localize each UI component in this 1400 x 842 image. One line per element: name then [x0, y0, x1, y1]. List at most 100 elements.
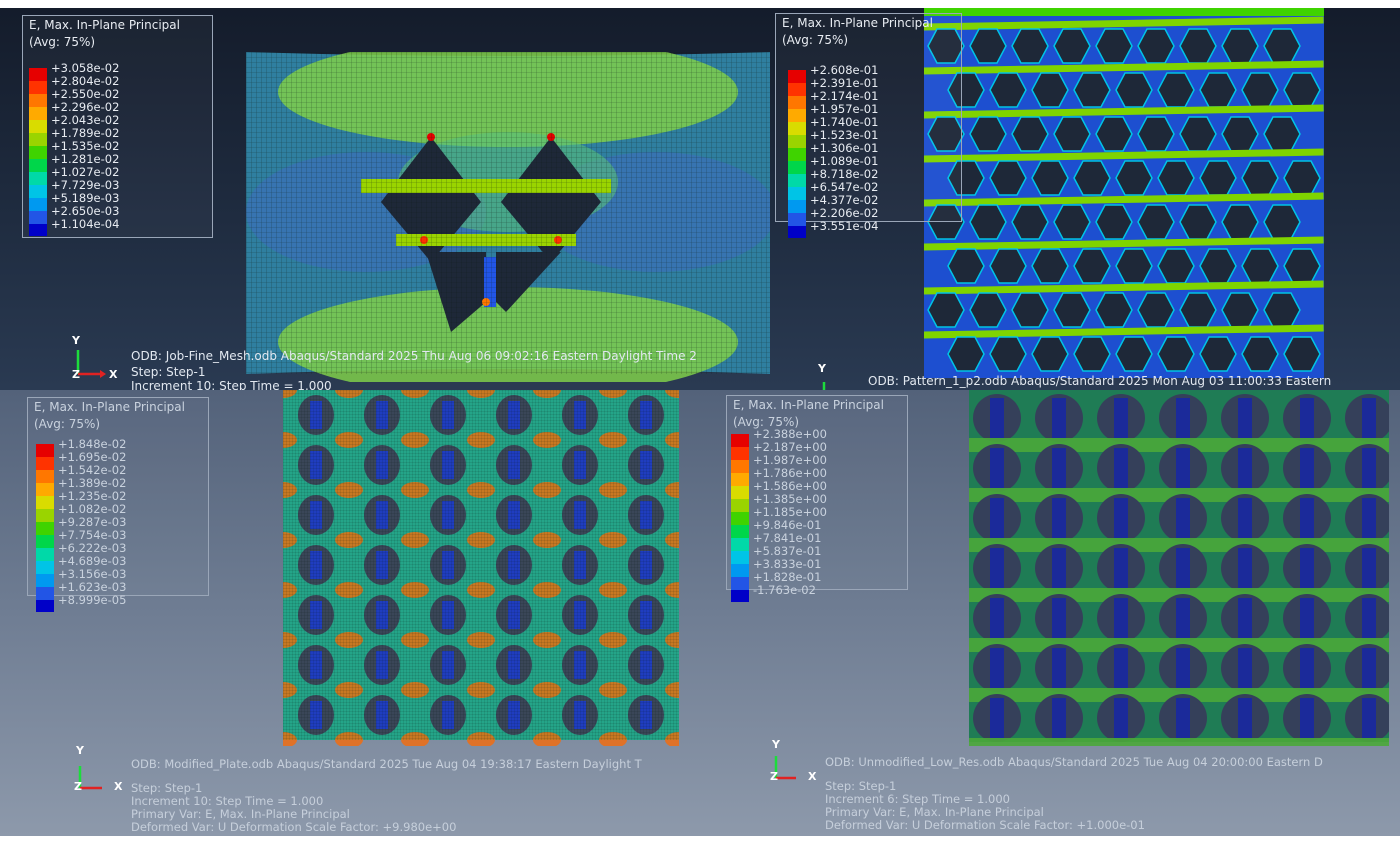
- legend-swatch: [731, 525, 749, 538]
- legend-values: +1.848e-02 +1.695e-02 +1.542e-02 +1.389e-02…: [58, 438, 126, 607]
- legend-swatch: [788, 161, 806, 174]
- legend-swatch: [29, 94, 47, 107]
- step-info-line: Step: Step-1: [131, 365, 206, 379]
- axis-triad: Y: [812, 360, 852, 390]
- viewport-pattern-1-p2[interactable]: E, Max. In-Plane Principal (Avg: 75%) +2…: [770, 8, 1400, 390]
- legend-value: +8.999e-05: [58, 593, 127, 607]
- legend-swatch: [29, 120, 47, 133]
- axis-y-label: Y: [818, 362, 826, 375]
- legend-swatch: [731, 590, 749, 602]
- legend-swatch: [29, 107, 47, 120]
- legend-title: E, Max. In-Plane Principal: [733, 398, 884, 412]
- legend-swatch: [788, 122, 806, 135]
- legend-panel-1: E, Max. In-Plane Principal (Avg: 75%) +3…: [22, 15, 213, 238]
- odb-info-line: ODB: Job-Fine_Mesh.odb Abaqus/Standard 2…: [131, 349, 697, 363]
- legend-values: +3.058e-02 +2.804e-02 +2.550e-02 +2.296e-02…: [51, 62, 119, 231]
- legend-swatch: [731, 460, 749, 473]
- legend-panel-3: E, Max. In-Plane Principal (Avg: 75%) +1…: [27, 397, 209, 612]
- legend-swatch: [29, 185, 47, 198]
- legend-swatch: [36, 548, 54, 561]
- axis-x-label: X: [808, 770, 817, 783]
- legend-swatch: [36, 483, 54, 496]
- axis-x-label: X: [109, 368, 118, 381]
- legend-swatch: [36, 574, 54, 587]
- legend-swatch: [29, 133, 47, 146]
- legend-swatch: [36, 509, 54, 522]
- legend-values: +2.388e+00 +2.187e+00 +1.987e+00 +1.786e+00…: [753, 428, 827, 597]
- legend-title: E, Max. In-Plane Principal: [34, 400, 185, 414]
- legend-swatch: [788, 200, 806, 213]
- legend-swatch: [36, 444, 54, 457]
- axis-x-label: X: [114, 780, 123, 793]
- legend-swatch: [731, 512, 749, 525]
- legend-swatch: [731, 486, 749, 499]
- legend-colorbar: [788, 70, 806, 238]
- legend-swatch: [788, 148, 806, 161]
- legend-colorbar: [29, 68, 47, 236]
- axis-y-label: Y: [772, 738, 780, 751]
- legend-swatch: [36, 600, 54, 612]
- legend-value: -1.763e-02: [753, 583, 816, 597]
- axis-z-label: Z: [770, 770, 778, 783]
- axis-y-label: Y: [72, 334, 80, 347]
- model-plate-fine-mesh: [246, 52, 770, 382]
- legend-swatch: [29, 211, 47, 224]
- increment-info-line: Increment 10: Step Time = 1.000: [131, 379, 332, 391]
- axis-triad: Y Z X: [66, 334, 117, 381]
- legend-swatch: [36, 561, 54, 574]
- legend-swatch: [29, 198, 47, 211]
- odb-info-line: ODB: Pattern_1_p2.odb Abaqus/Standard 20…: [868, 374, 1332, 388]
- model-modified-plate: [283, 390, 679, 746]
- legend-swatch: [731, 564, 749, 577]
- legend-swatch: [29, 172, 47, 185]
- legend-swatch: [788, 226, 806, 238]
- model-hexagon-lattice: [924, 8, 1324, 378]
- legend-colorbar: [36, 444, 54, 612]
- model-unmodified-plate: [969, 390, 1389, 746]
- legend-swatch: [788, 174, 806, 187]
- legend-swatch: [788, 109, 806, 122]
- legend-swatch: [731, 499, 749, 512]
- legend-swatch: [788, 187, 806, 200]
- odb-info-line: ODB: Unmodified_Low_Res.odb Abaqus/Stand…: [825, 755, 1323, 769]
- legend-swatch: [731, 447, 749, 460]
- odb-info-line: ODB: Modified_Plate.odb Abaqus/Standard …: [131, 757, 642, 771]
- legend-avg: (Avg: 75%): [29, 35, 96, 49]
- legend-swatch: [29, 159, 47, 172]
- viewport-unmodified-low-res[interactable]: E, Max. In-Plane Principal (Avg: 75%) +2…: [702, 390, 1400, 836]
- legend-values: +2.608e-01 +2.391e-01 +2.174e-01 +1.957e-01…: [810, 64, 878, 233]
- legend-swatch: [29, 224, 47, 236]
- axis-y-label: Y: [76, 744, 84, 757]
- legend-swatch: [29, 81, 47, 94]
- legend-swatch: [731, 538, 749, 551]
- legend-panel-4: E, Max. In-Plane Principal (Avg: 75%) +2…: [726, 395, 908, 602]
- viewport-modified-plate[interactable]: E, Max. In-Plane Principal (Avg: 75%) +1…: [0, 390, 702, 836]
- legend-avg: (Avg: 75%): [782, 33, 849, 47]
- axis-z-label: Z: [74, 780, 82, 793]
- legend-title: E, Max. In-Plane Principal: [782, 16, 933, 30]
- legend-swatch: [731, 473, 749, 486]
- legend-colorbar: [731, 434, 749, 602]
- legend-swatch: [731, 434, 749, 447]
- legend-value: +3.551e-04: [810, 219, 879, 233]
- legend-swatch: [788, 96, 806, 109]
- legend-swatch: [788, 135, 806, 148]
- viewport-job-fine-mesh[interactable]: E, Max. In-Plane Principal (Avg: 75%) +3…: [0, 8, 770, 390]
- legend-swatch: [29, 146, 47, 159]
- deformed-var-line: Deformed Var: U Deformation Scale Factor…: [131, 820, 457, 834]
- legend-swatch: [36, 587, 54, 600]
- legend-avg: (Avg: 75%): [34, 417, 101, 431]
- legend-swatch: [36, 522, 54, 535]
- axis-triad: Y Z X: [70, 744, 122, 793]
- legend-swatch: [788, 83, 806, 96]
- legend-swatch: [36, 470, 54, 483]
- legend-swatch: [731, 551, 749, 564]
- legend-swatch: [29, 68, 47, 81]
- axis-z-label: Z: [72, 368, 80, 381]
- legend-swatch: [36, 496, 54, 509]
- legend-swatch: [36, 535, 54, 548]
- legend-swatch: [731, 577, 749, 590]
- legend-swatch: [788, 213, 806, 226]
- legend-swatch: [788, 70, 806, 83]
- deformed-var-line: Deformed Var: U Deformation Scale Factor…: [825, 818, 1145, 832]
